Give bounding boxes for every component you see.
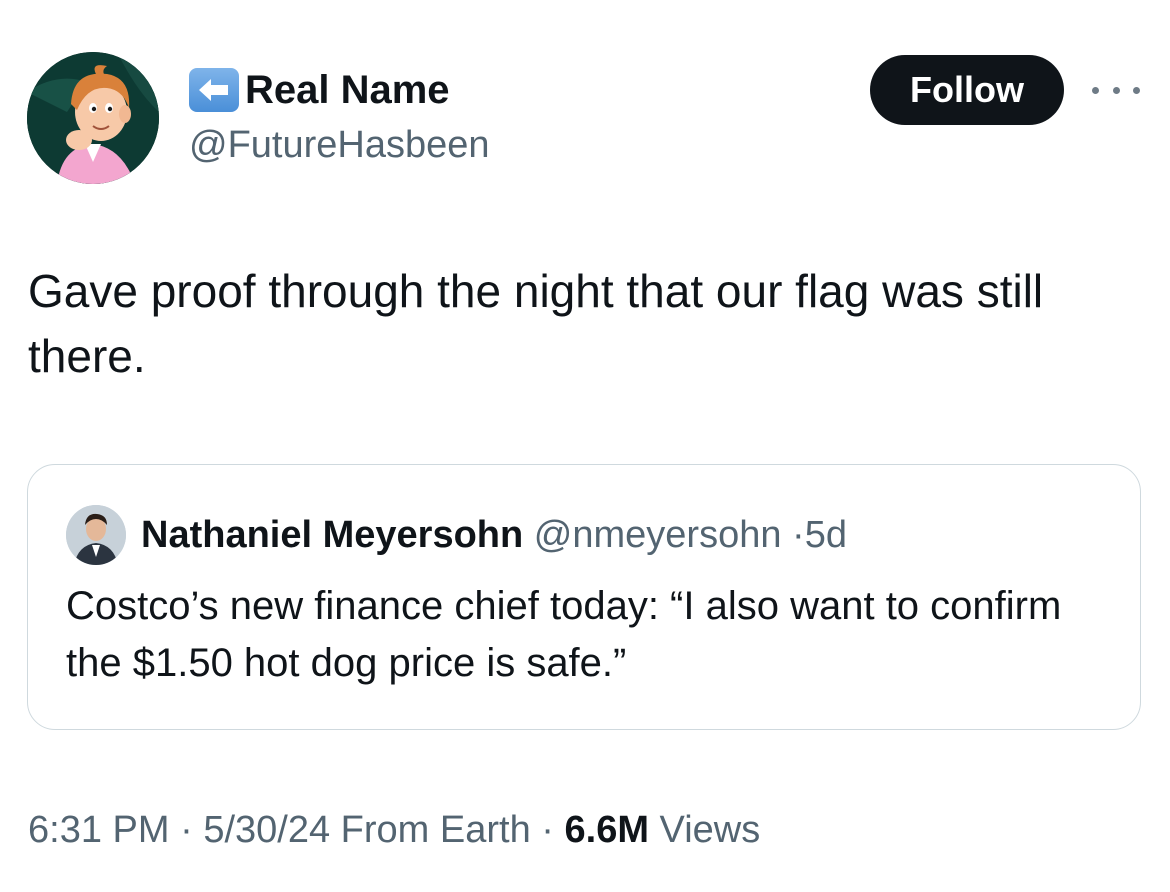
quoted-tweet-card[interactable]: Nathaniel Meyersohn @nmeyersohn ·5d Cost… (27, 464, 1141, 730)
views-count: 6.6M (564, 809, 649, 851)
quoted-tweet-text: Costco’s new finance chief today: “I als… (66, 584, 1062, 685)
quoted-author-handle[interactable]: @nmeyersohn (534, 514, 782, 556)
more-options-icon[interactable] (1092, 78, 1140, 102)
meta-separator: · (792, 514, 805, 556)
person-photo-icon (66, 505, 126, 565)
quoted-author-avatar[interactable] (66, 505, 126, 565)
author-display-name[interactable]: Real Name (189, 66, 450, 114)
tweet-meta-line: 6:31 PM · 5/30/24 From Earth · 6.6M View… (28, 804, 760, 856)
author-avatar[interactable] (27, 52, 159, 184)
tweet-text: Gave proof through the night that our fl… (28, 265, 1044, 382)
tweet-time[interactable]: 6:31 PM (28, 809, 170, 851)
meta-separator: · (180, 809, 193, 851)
quoted-tweet-age[interactable]: 5d (805, 514, 847, 556)
quoted-tweet-header: Nathaniel Meyersohn @nmeyersohn ·5d (141, 509, 847, 561)
left-arrow-icon (189, 68, 239, 112)
cartoon-character-avatar (27, 52, 159, 184)
author-handle[interactable]: @FutureHasbeen (189, 121, 490, 169)
display-name-text: Real Name (245, 68, 450, 112)
follow-button[interactable]: Follow (870, 55, 1064, 125)
tweet-date[interactable]: 5/30/24 (203, 809, 330, 851)
tweet-source: From Earth (340, 809, 531, 851)
views-label: Views (659, 809, 761, 851)
quoted-author-name[interactable]: Nathaniel Meyersohn (141, 514, 523, 556)
meta-separator: · (541, 809, 554, 851)
